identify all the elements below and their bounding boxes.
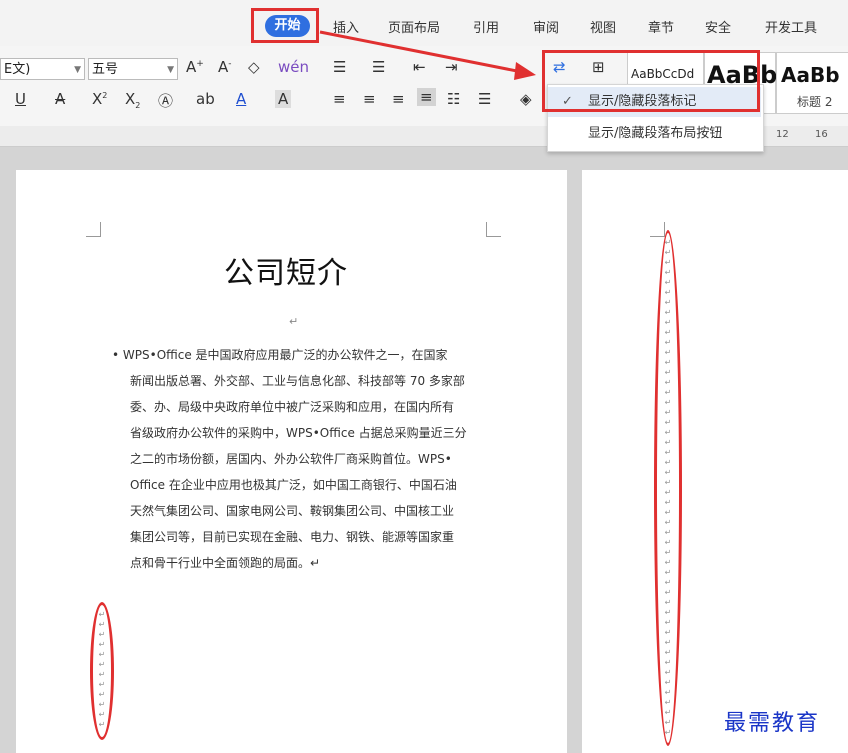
annotation-arrow bbox=[319, 30, 536, 80]
watermark-text: 最需教育 bbox=[724, 711, 821, 736]
highlight-ellipse-left-marks bbox=[90, 602, 114, 740]
highlight-ellipse-right-marks bbox=[654, 230, 682, 746]
